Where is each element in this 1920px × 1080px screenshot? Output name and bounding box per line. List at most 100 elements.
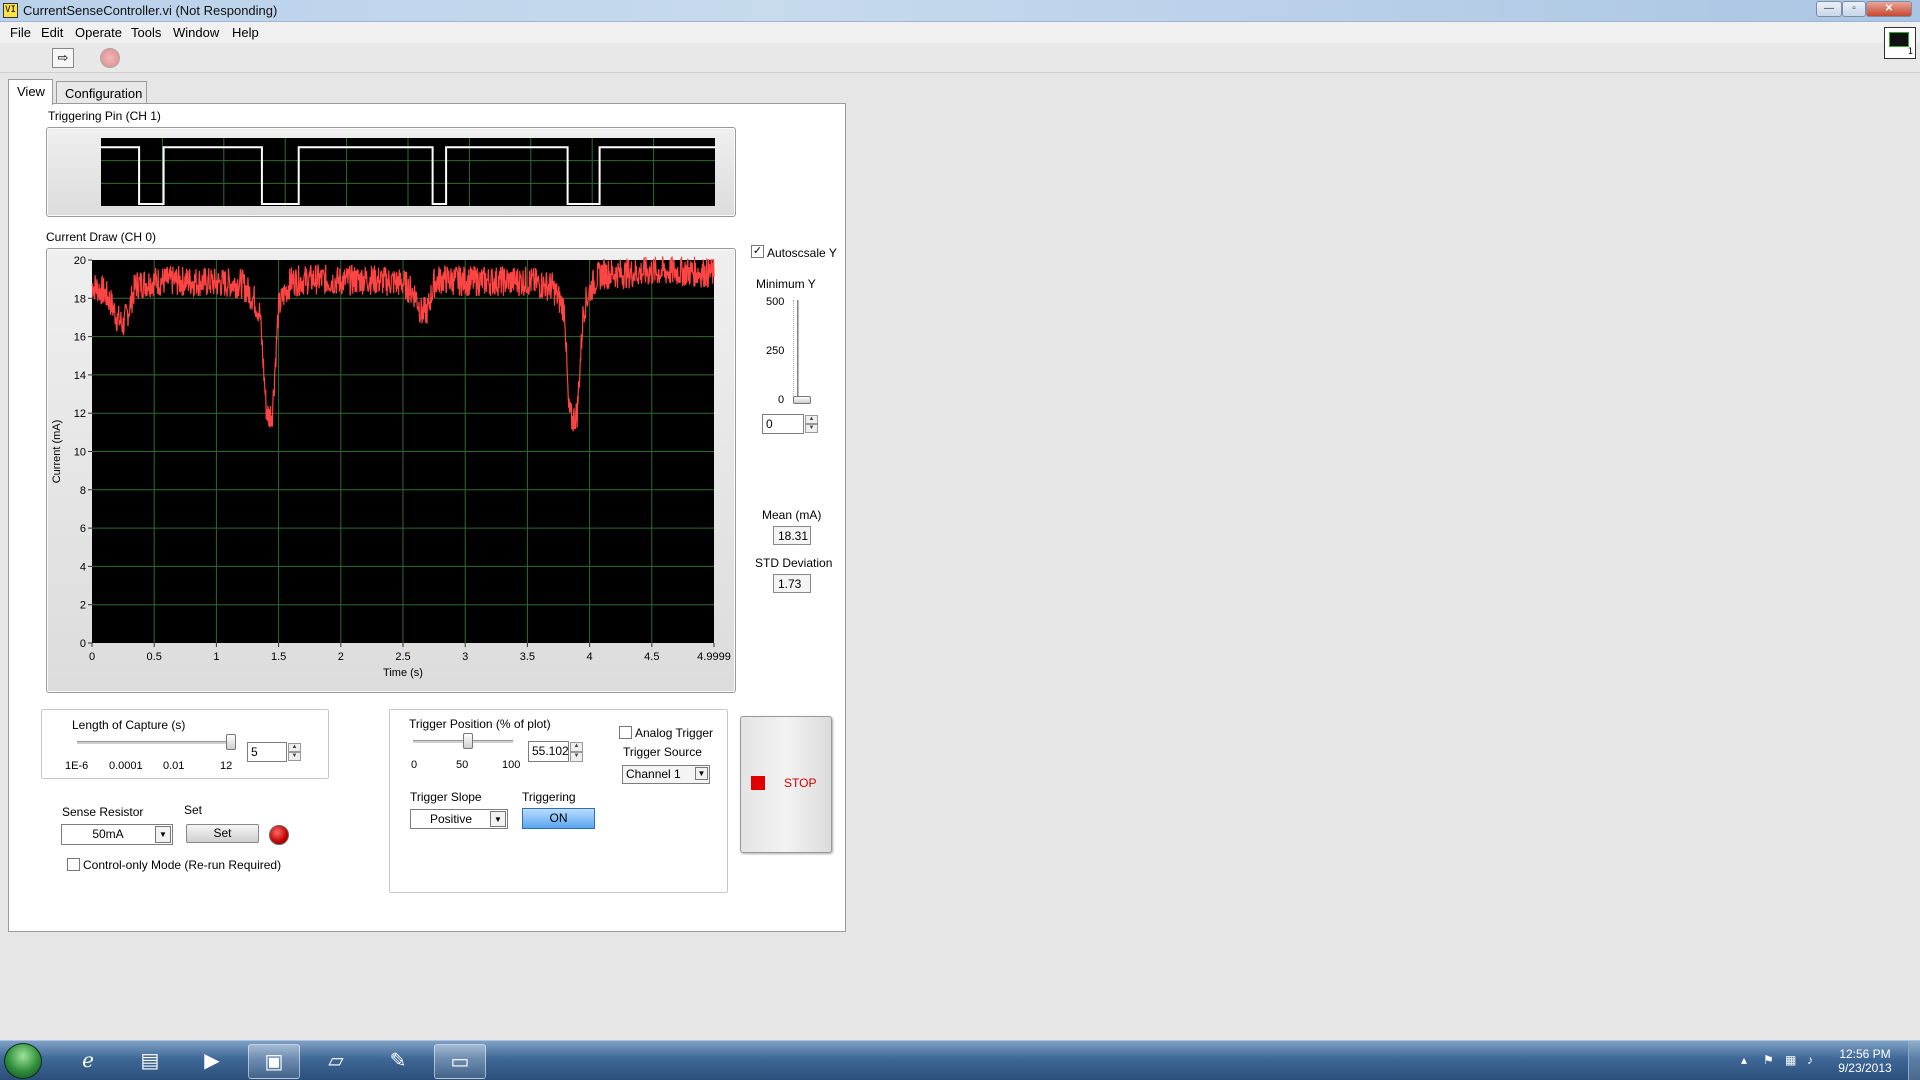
min-y-label: Minimum Y (756, 277, 816, 291)
taskbar: ℯ ▤ ▶ ▣ ▱ ✎ ▭ ▴ ⚑ ▦ ♪ 12:56 PM 9/23/2013 (0, 1040, 1920, 1080)
y-tick-label: 12 (74, 408, 86, 420)
vi-screen-icon (1889, 32, 1909, 47)
remote-desktop-icon[interactable]: ▭ (434, 1044, 486, 1079)
trigger-graph-title: Triggering Pin (CH 1) (48, 109, 161, 123)
min-y-decrement[interactable]: ▼ (805, 424, 818, 433)
menu-tools[interactable]: Tools (131, 25, 161, 40)
title-bar: VI CurrentSenseController.vi (Not Respon… (0, 0, 1920, 22)
triggering-toggle[interactable]: ON (522, 808, 595, 829)
min-y-tick-0: 0 (778, 394, 785, 406)
stop-label: STOP (784, 776, 817, 790)
menu-edit[interactable]: Edit (41, 25, 63, 40)
x-tick-label: 3.5 (520, 651, 535, 663)
y-axis-label: Current (mA) (51, 420, 63, 484)
capture-increment[interactable]: ▲ (288, 743, 301, 752)
menu-window[interactable]: Window (173, 25, 219, 40)
y-tick-label: 0 (80, 638, 86, 650)
min-y-increment[interactable]: ▲ (805, 415, 818, 424)
trigger-position-label: Trigger Position (% of plot) (409, 717, 551, 731)
y-tick-label: 10 (74, 447, 86, 459)
analog-trigger-checkbox[interactable] (619, 726, 632, 739)
x-tick-label: 2.5 (395, 651, 410, 663)
y-tick-label: 4 (80, 561, 86, 573)
menu-operate[interactable]: Operate (75, 25, 122, 40)
current-graph-title: Current Draw (CH 0) (46, 230, 157, 244)
trigger-position-tick-100: 100 (502, 759, 521, 771)
minimize-button[interactable]: — (1816, 1, 1842, 17)
control-only-checkbox[interactable] (67, 858, 80, 871)
trigger-slope-select[interactable]: Positive ▼ (410, 809, 508, 829)
maximize-button[interactable]: ▫ (1842, 1, 1866, 17)
sense-resistor-select[interactable]: 50mA ▼ (61, 824, 173, 845)
tab-configuration[interactable]: Configuration (56, 81, 147, 104)
x-tick-label: 4.9999 (697, 651, 731, 663)
capture-label: Length of Capture (s) (72, 718, 186, 732)
trigger-position-increment[interactable]: ▲ (570, 742, 583, 752)
close-button[interactable]: ✕ (1866, 1, 1912, 17)
current-graph-plot: 201816141210864200 0.5 1 1.5 2 2.5 3 3.5 4 4.5 4.9… (51, 255, 731, 679)
min-y-tick-250: 250 (766, 345, 785, 357)
min-y-input[interactable]: 0 (762, 414, 804, 434)
trigger-position-decrement[interactable]: ▼ (570, 752, 583, 762)
sense-resistor-label: Sense Resistor (62, 805, 144, 819)
stop-square-icon (751, 776, 765, 790)
x-tick-label: 4.5 (644, 651, 659, 663)
network-icon[interactable]: ▦ (1785, 1053, 1796, 1067)
x-tick-label: 0 (89, 651, 95, 663)
chevron-down-icon[interactable]: ▼ (695, 767, 708, 780)
set-label: Set (184, 803, 203, 817)
min-y-slider-track (797, 300, 799, 400)
stop-button[interactable]: STOP (740, 716, 832, 853)
abort-icon[interactable] (100, 48, 120, 68)
menu-file[interactable]: File (10, 25, 31, 40)
set-button[interactable]: Set (186, 824, 259, 843)
show-desktop-button[interactable] (1908, 1041, 1920, 1080)
set-status-led (269, 825, 289, 845)
start-button[interactable] (4, 1043, 42, 1079)
trigger-position-slider-thumb[interactable] (463, 733, 474, 749)
y-tick-label: 18 (74, 293, 86, 305)
trigger-position-input[interactable]: 55.102 (528, 741, 569, 762)
autoscale-label: Autoscsale Y (767, 246, 837, 260)
trigger-slope-value: Positive (429, 812, 473, 826)
y-tick-label: 6 (80, 523, 86, 535)
x-tick-label: 3 (462, 651, 468, 663)
explorer-icon[interactable]: ▤ (124, 1044, 176, 1079)
media-player-icon[interactable]: ▶ (186, 1044, 238, 1079)
std-label: STD Deviation (755, 556, 833, 570)
tab-view[interactable]: View (8, 79, 53, 105)
y-tick-label: 20 (74, 255, 86, 267)
y-tick-label: 8 (80, 485, 86, 497)
capture-decrement[interactable]: ▼ (288, 752, 301, 761)
action-center-icon[interactable]: ⚑ (1763, 1053, 1774, 1067)
vi-icon-label: 1 (1907, 47, 1913, 57)
trigger-slope-label: Trigger Slope (410, 790, 482, 804)
volume-icon[interactable]: ♪ (1807, 1053, 1813, 1067)
notepad-icon[interactable]: ▱ (310, 1044, 362, 1079)
analog-trigger-label: Analog Trigger (635, 726, 714, 740)
clock[interactable]: 12:56 PM 9/23/2013 (1830, 1047, 1900, 1075)
y-tick-label: 14 (74, 370, 86, 382)
autoscale-checkbox[interactable]: ✓ (751, 245, 764, 258)
menu-help[interactable]: Help (232, 25, 259, 40)
x-tick-label: 2 (338, 651, 344, 663)
capture-input[interactable]: 5 (247, 742, 287, 762)
capture-tick-12: 12 (220, 760, 233, 772)
x-tick-label: 0.5 (147, 651, 162, 663)
labview-icon[interactable]: ▣ (248, 1044, 300, 1079)
run-arrow-icon[interactable]: ⇨ (52, 48, 74, 68)
chevron-down-icon[interactable]: ▼ (490, 811, 506, 827)
ie-icon[interactable]: ℯ (62, 1044, 114, 1079)
trigger-graph-plot (101, 138, 715, 206)
labview-app-icon: VI (3, 3, 18, 18)
chevron-down-icon[interactable]: ▼ (155, 826, 171, 843)
capture-tick-1e-6: 1E-6 (65, 760, 89, 772)
window-title: CurrentSenseController.vi (Not Respondin… (23, 3, 278, 18)
trigger-source-select[interactable]: Channel 1 ▼ (622, 765, 710, 784)
show-hidden-icons-icon[interactable]: ▴ (1741, 1053, 1747, 1067)
capture-tick-0.0001: 0.0001 (109, 760, 143, 772)
capture-slider-thumb[interactable] (226, 734, 236, 750)
vi-connector-icon[interactable]: 1 (1884, 27, 1916, 59)
paint-icon[interactable]: ✎ (372, 1044, 424, 1079)
min-y-slider-thumb[interactable] (793, 396, 811, 404)
